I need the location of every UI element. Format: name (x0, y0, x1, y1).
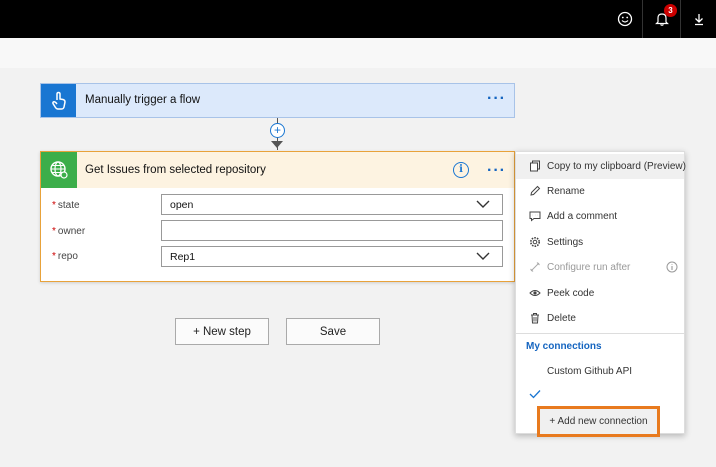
checkmark-icon (529, 390, 541, 399)
notifications-button[interactable]: 3 (645, 0, 679, 38)
chevron-down-icon (476, 200, 490, 208)
menu-item-delete[interactable]: Delete (516, 306, 684, 331)
menu-item-rename[interactable]: Rename (516, 179, 684, 204)
action-context-menu: Copy to my clipboard (Preview) Rename Ad… (515, 151, 686, 437)
repo-dropdown[interactable]: Rep1 (161, 246, 503, 267)
state-label: * state (52, 200, 80, 211)
add-new-connection-button[interactable]: + Add new connection (537, 406, 660, 437)
eye-icon (529, 290, 541, 296)
trash-icon (531, 313, 539, 324)
gear-icon (530, 237, 540, 247)
my-connections-heading: My connections (526, 341, 602, 352)
touch-trigger-icon (41, 84, 76, 117)
notification-count-badge: 3 (664, 4, 677, 17)
topbar-divider (680, 0, 681, 38)
top-bar: 3 (0, 0, 716, 38)
trigger-more-options-icon[interactable]: ··· (487, 91, 506, 107)
new-step-button[interactable]: + New step (175, 318, 269, 345)
topbar-divider (642, 0, 643, 38)
header-band (0, 38, 716, 68)
menu-item-settings[interactable]: Settings (516, 230, 684, 255)
connection-custom-github-api[interactable]: Custom Github API (547, 366, 632, 377)
action-card: Get Issues from selected repository i ··… (40, 151, 515, 282)
copy-icon (530, 160, 540, 172)
repo-label: * repo (52, 251, 78, 262)
menu-item-copy-to-clipboard[interactable]: Copy to my clipboard (Preview) (516, 154, 686, 179)
owner-field[interactable] (161, 220, 503, 241)
menu-divider (516, 333, 684, 334)
state-dropdown[interactable]: open (161, 194, 503, 215)
action-card-header[interactable]: Get Issues from selected repository i ··… (41, 152, 514, 188)
comment-icon (529, 211, 541, 222)
save-button[interactable]: Save (286, 318, 380, 345)
chevron-down-icon (476, 252, 490, 260)
menu-item-configure-run-after: Configure run after (516, 255, 684, 280)
pencil-icon (530, 185, 541, 196)
action-title: Get Issues from selected repository (85, 164, 266, 176)
trigger-title: Manually trigger a flow (85, 94, 201, 106)
info-icon[interactable]: i (453, 162, 469, 178)
action-more-options-icon[interactable]: ··· (487, 163, 506, 179)
trigger-card[interactable]: Manually trigger a flow ··· (40, 83, 515, 118)
feedback-smiley-icon[interactable] (608, 0, 642, 38)
insert-step-plus-icon[interactable]: + (270, 123, 285, 138)
owner-label: * owner (52, 226, 86, 237)
menu-item-add-comment[interactable]: Add a comment (516, 204, 684, 229)
menu-item-peek-code[interactable]: Peek code (516, 281, 684, 306)
download-icon[interactable] (682, 0, 716, 38)
info-icon (666, 261, 678, 273)
github-connector-icon (41, 152, 77, 188)
connector-arrow-icon (271, 141, 283, 148)
link-icon (530, 262, 540, 272)
